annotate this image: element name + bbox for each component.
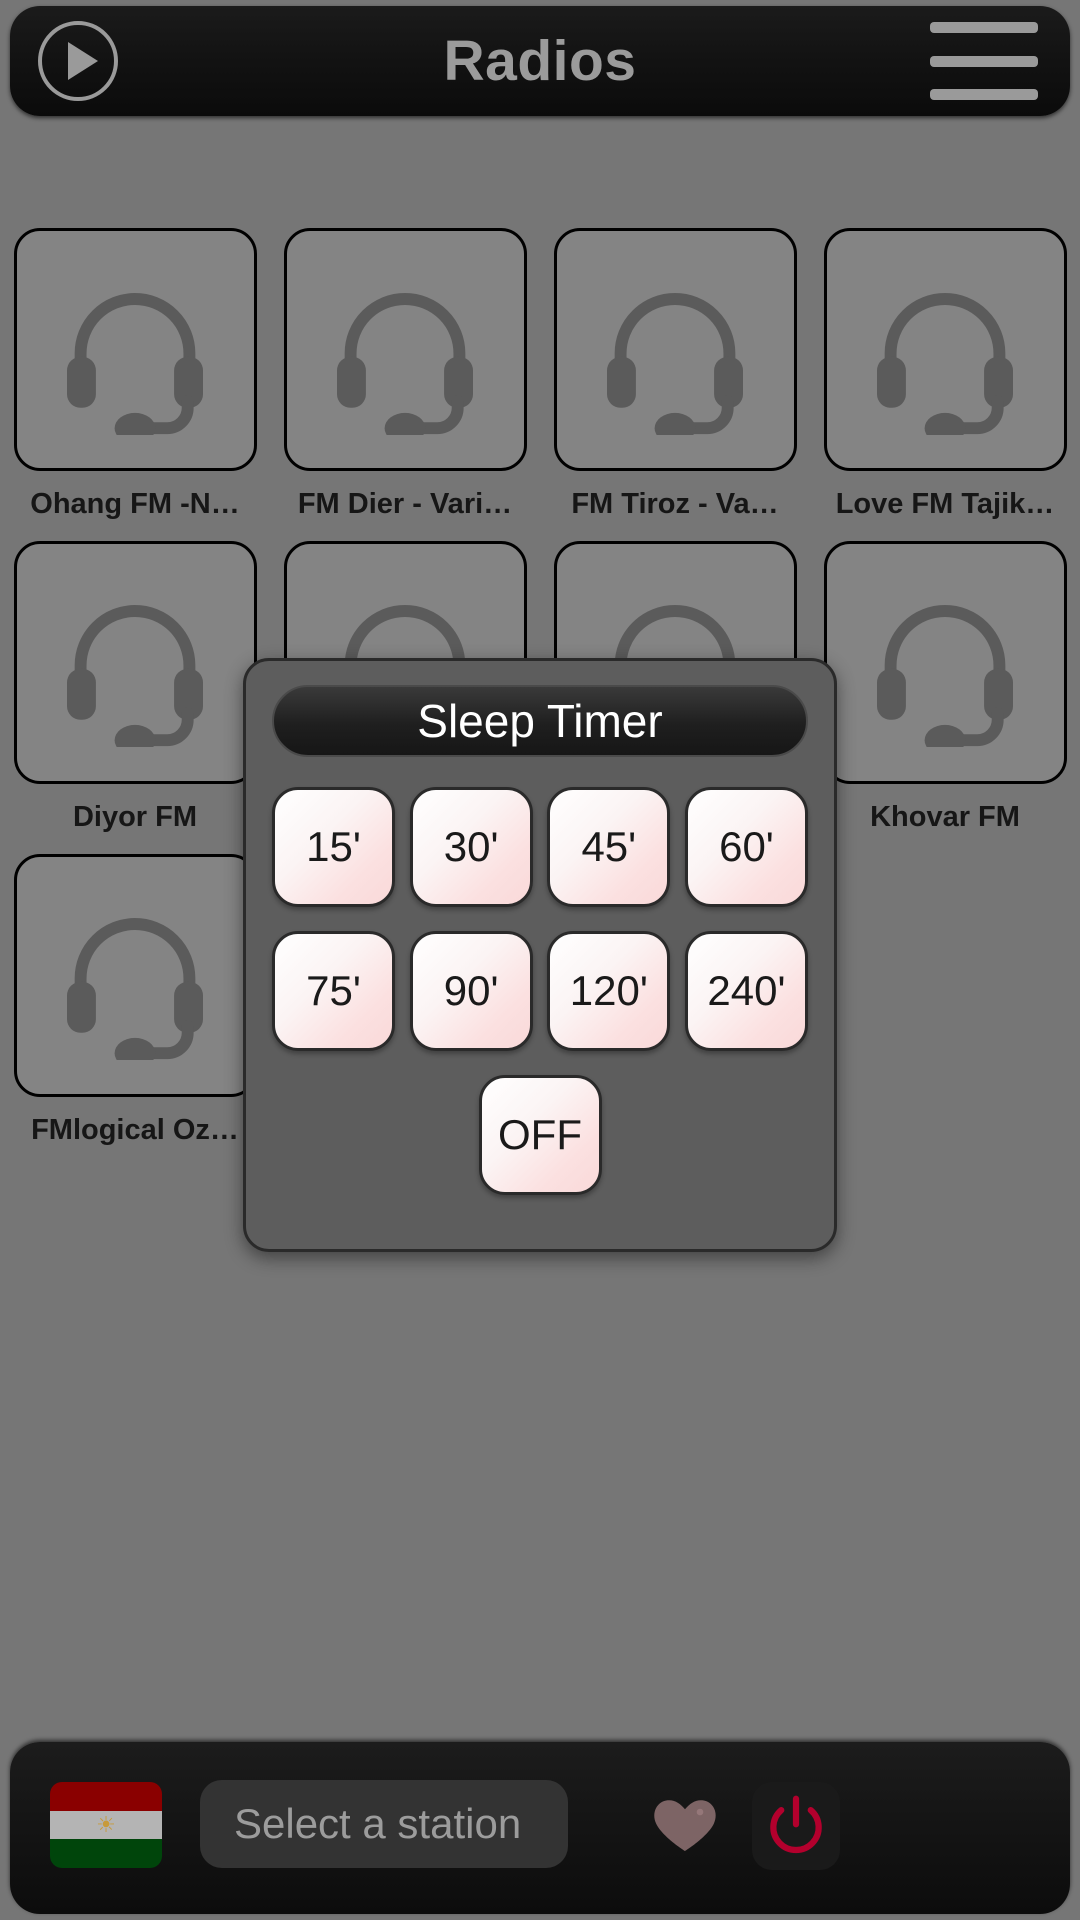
station-label: Diyor FM [72,800,198,833]
headset-icon [607,292,743,435]
timer-button-60[interactable]: 60' [684,787,808,907]
flag-band-green [50,1839,162,1868]
timer-button-75[interactable]: 75' [272,931,395,1051]
station-thumbnail [13,228,257,471]
top-bar: Radios [10,6,1070,116]
timer-button-row: 15' 30' 45' 60' [272,787,808,907]
station-label: FM Dier - Vari… [297,488,513,520]
station-tile[interactable]: Love FM Tajik… [810,228,1080,521]
station-thumbnail [13,853,257,1097]
flag-band-red [50,1782,162,1811]
timer-button-15[interactable]: 15' [272,787,395,907]
station-row: Ohang FM -N… FM Dier - Vari… FM Tiroz - … [0,228,1080,521]
bottom-bar: ☀ Select a station [10,1742,1070,1914]
timer-button-240[interactable]: 240' [684,931,808,1051]
flag-crown-emblem: ☀ [96,1812,116,1837]
headset-icon [67,292,203,435]
hamburger-menu-icon[interactable] [930,22,1038,100]
menu-line-3 [930,89,1038,100]
station-select-value: Select a station [234,1800,522,1847]
timer-button-120[interactable]: 120' [547,931,671,1051]
station-tile[interactable]: FM Dier - Vari… [270,228,540,521]
heart-icon [654,1800,716,1851]
sleep-timer-dialog: Sleep Timer 15' 30' 45' 60' 75' 90' 120'… [243,658,837,1252]
power-button[interactable] [752,1782,840,1870]
headset-icon [877,292,1013,435]
timer-button-row: OFF [272,1075,808,1195]
station-tile[interactable]: FM Tiroz - Va… [540,228,810,521]
timer-button-30[interactable]: 30' [409,787,533,907]
menu-line-2 [930,55,1038,67]
headset-icon [877,605,1013,748]
station-label: Khovar FM [870,800,1020,833]
flag-band-white: ☀ [50,1810,162,1840]
timer-button-row: 75' 90' 120' 240' [272,931,808,1051]
station-tile[interactable]: Ohang FM -N… [0,228,270,521]
station-tile[interactable]: Khovar FM [810,540,1080,834]
app-root: Radios Ohang FM -N… FM Dier - Vari… FM T… [0,0,1080,1920]
station-thumbnail [13,540,257,784]
station-label: Ohang FM -N… [30,488,240,520]
favorite-button[interactable] [645,1784,725,1864]
station-label: Love FM Tajik… [835,488,1055,520]
headset-icon [337,292,473,435]
timer-button-90[interactable]: 90' [409,931,533,1051]
menu-line-1 [930,22,1038,33]
station-select-dropdown[interactable]: Select a station [200,1780,568,1868]
headset-icon [67,918,203,1061]
station-thumbnail [823,540,1067,784]
headset-icon [67,605,203,748]
station-tile[interactable]: FMlogical Oz… [0,853,270,1147]
station-tile[interactable]: Diyor FM [0,540,270,834]
page-title: Radios [443,29,637,93]
timer-button-off[interactable]: OFF [478,1075,602,1195]
station-thumbnail [283,228,527,471]
station-thumbnail [823,228,1067,471]
station-label: FMlogical Oz… [31,1113,239,1146]
power-icon [770,1795,822,1854]
timer-button-45[interactable]: 45' [547,787,671,907]
dialog-title: Sleep Timer [272,685,808,757]
station-label: FM Tiroz - Va… [571,488,779,520]
station-thumbnail [553,228,797,471]
tajikistan-flag-icon[interactable]: ☀ [50,1782,162,1868]
